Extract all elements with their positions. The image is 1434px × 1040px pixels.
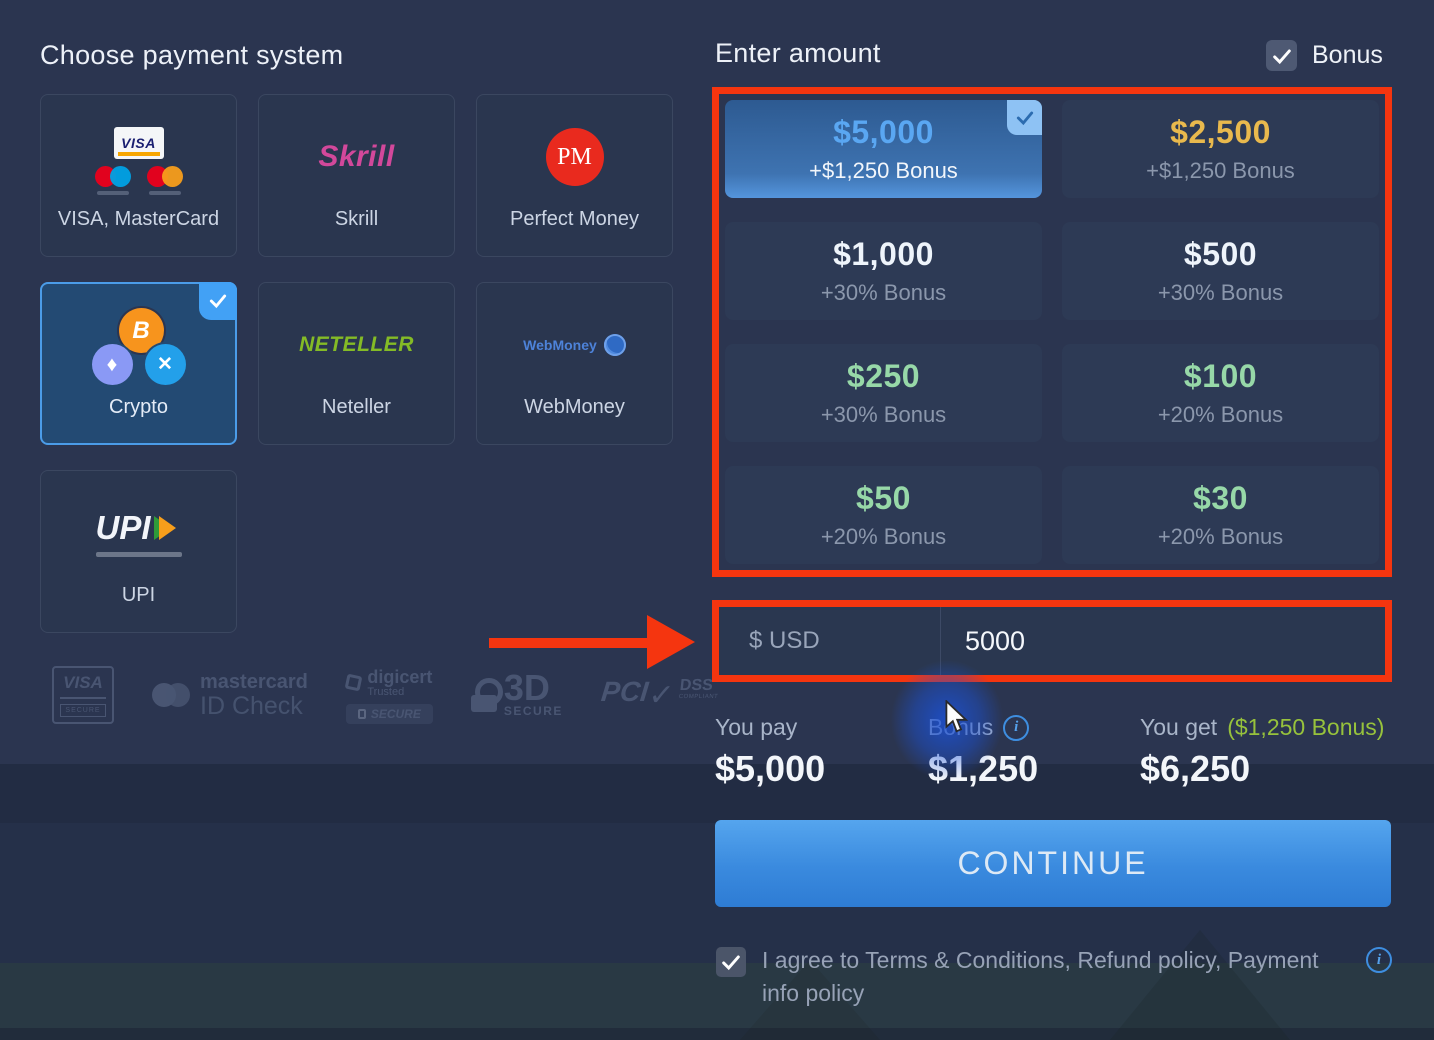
you-pay-value: $5,000 bbox=[715, 748, 825, 790]
amount-value: $30 bbox=[1193, 480, 1248, 517]
bonus-toggle[interactable]: Bonus bbox=[1266, 40, 1383, 71]
upi-logo-icon: UPI bbox=[96, 496, 182, 570]
crypto-coins-icon: B ♦ ✕ bbox=[90, 308, 188, 382]
bonus-checkbox[interactable] bbox=[1266, 40, 1297, 71]
amount-bonus: +30% Bonus bbox=[821, 402, 946, 428]
amount-input-annotated-box: $ USD bbox=[712, 600, 1392, 682]
amount-bonus: +20% Bonus bbox=[821, 524, 946, 550]
amount-option-250[interactable]: $250 +30% Bonus bbox=[725, 344, 1042, 442]
amount-bonus: +20% Bonus bbox=[1158, 524, 1283, 550]
amount-value: $250 bbox=[847, 358, 920, 395]
annotation-arrow-head bbox=[647, 615, 695, 669]
amount-value: $5,000 bbox=[833, 114, 934, 151]
continue-button[interactable]: CONTINUE bbox=[715, 820, 1391, 907]
padlock-icon bbox=[471, 678, 497, 712]
check-icon: ✓ bbox=[647, 678, 676, 713]
amount-options-annotated-box: $5,000 +$1,250 Bonus $2,500 +$1,250 Bonu… bbox=[712, 87, 1392, 577]
selected-check-icon bbox=[199, 282, 237, 320]
payment-methods-grid: VISA VISA, MasterCard Skrill Skrill PM P… bbox=[40, 94, 673, 633]
terms-agree-text[interactable]: I agree to Terms & Conditions, Refund po… bbox=[762, 944, 1320, 1010]
skrill-logo-icon: Skrill bbox=[318, 120, 394, 194]
amount-option-30[interactable]: $30 +20% Bonus bbox=[1062, 466, 1379, 564]
maestro-icon bbox=[95, 166, 131, 187]
upi-arrow-orange-icon bbox=[159, 516, 176, 540]
selected-check-icon bbox=[1007, 100, 1042, 135]
choose-payment-title: Choose payment system bbox=[40, 40, 343, 71]
digicert-icon bbox=[345, 673, 363, 691]
payment-method-label: VISA, MasterCard bbox=[58, 208, 219, 231]
amount-value: $2,500 bbox=[1170, 114, 1271, 151]
payment-method-upi[interactable]: UPI UPI bbox=[40, 470, 237, 633]
terms-checkbox[interactable] bbox=[716, 947, 746, 977]
neteller-logo-icon: NETELLER bbox=[299, 308, 414, 382]
mastercard-id-check-badge: mastercard ID Check bbox=[152, 671, 308, 719]
terms-agree-row: I agree to Terms & Conditions, Refund po… bbox=[716, 944, 1392, 1010]
ethereum-icon: ♦ bbox=[92, 344, 133, 385]
amount-option-5000[interactable]: $5,000 +$1,250 Bonus bbox=[725, 100, 1042, 198]
perfect-money-logo-icon: PM bbox=[546, 120, 604, 194]
currency-label: $ USD bbox=[719, 607, 941, 675]
amount-options-grid: $5,000 +$1,250 Bonus $2,500 +$1,250 Bonu… bbox=[725, 100, 1379, 564]
you-get-value: $6,250 bbox=[1140, 748, 1384, 790]
you-get-bonus-note: ($1,250 Bonus) bbox=[1227, 714, 1384, 741]
terms-info-icon[interactable]: i bbox=[1366, 947, 1392, 973]
payment-method-label: WebMoney bbox=[524, 396, 625, 419]
amount-option-1000[interactable]: $1,000 +30% Bonus bbox=[725, 222, 1042, 320]
amount-option-500[interactable]: $500 +30% Bonus bbox=[1062, 222, 1379, 320]
you-get-summary: You get ($1,250 Bonus) $6,250 bbox=[1140, 714, 1384, 790]
3d-secure-badge: 3D SECURE bbox=[471, 672, 563, 718]
payment-method-neteller[interactable]: NETELLER Neteller bbox=[258, 282, 455, 445]
you-pay-label: You pay bbox=[715, 714, 825, 741]
upi-wordmark-bar bbox=[96, 552, 182, 557]
amount-option-100[interactable]: $100 +20% Bonus bbox=[1062, 344, 1379, 442]
amount-value: $50 bbox=[856, 480, 911, 517]
lock-icon bbox=[358, 709, 366, 719]
digicert-badge: digicert Trusted SECURE bbox=[346, 667, 433, 724]
pci-dss-badge: PCI ✓ DSS COMPLIANT bbox=[599, 678, 720, 713]
bonus-label: Bonus bbox=[928, 714, 993, 741]
payment-method-label: Perfect Money bbox=[510, 208, 639, 231]
visa-mastercard-icon: VISA bbox=[95, 120, 183, 194]
amount-bonus: +20% Bonus bbox=[1158, 402, 1283, 428]
amount-value: $100 bbox=[1184, 358, 1257, 395]
ripple-icon: ✕ bbox=[145, 344, 186, 385]
amount-bonus: +$1,250 Bonus bbox=[1146, 158, 1295, 184]
payment-method-label: Neteller bbox=[322, 396, 391, 419]
payment-method-webmoney[interactable]: WebMoney WebMoney bbox=[476, 282, 673, 445]
payment-method-perfect-money[interactable]: PM Perfect Money bbox=[476, 94, 673, 257]
payment-method-label: UPI bbox=[122, 584, 155, 607]
enter-amount-title: Enter amount bbox=[715, 38, 881, 69]
amount-option-2500[interactable]: $2,500 +$1,250 Bonus bbox=[1062, 100, 1379, 198]
trust-badges-row: VISA SECURE mastercard ID Check digicert… bbox=[52, 666, 718, 724]
mastercard-icon bbox=[147, 166, 183, 187]
payment-method-crypto[interactable]: B ♦ ✕ Crypto bbox=[40, 282, 237, 445]
visa-secure-badge: VISA SECURE bbox=[52, 666, 114, 724]
bonus-summary: Bonus i $1,250 bbox=[928, 714, 1038, 790]
payment-method-skrill[interactable]: Skrill Skrill bbox=[258, 94, 455, 257]
amount-value: $1,000 bbox=[833, 236, 934, 273]
amount-bonus: +30% Bonus bbox=[1158, 280, 1283, 306]
bonus-toggle-label: Bonus bbox=[1312, 41, 1383, 70]
mastercard-circles-icon bbox=[152, 683, 190, 707]
globe-icon bbox=[604, 334, 626, 356]
annotation-arrow-shaft bbox=[489, 638, 647, 648]
bonus-info-icon[interactable]: i bbox=[1003, 715, 1029, 741]
amount-bonus: +30% Bonus bbox=[821, 280, 946, 306]
amount-bonus: +$1,250 Bonus bbox=[809, 158, 958, 184]
payment-method-visa-mastercard[interactable]: VISA VISA, MasterCard bbox=[40, 94, 237, 257]
payment-method-label: Skrill bbox=[335, 208, 378, 231]
you-get-label: You get bbox=[1140, 714, 1217, 741]
payment-method-label: Crypto bbox=[109, 396, 168, 419]
webmoney-logo-icon: WebMoney bbox=[523, 308, 626, 382]
bonus-value: $1,250 bbox=[928, 748, 1038, 790]
amount-input[interactable] bbox=[941, 607, 1385, 675]
you-pay-summary: You pay $5,000 bbox=[715, 714, 825, 790]
amount-value: $500 bbox=[1184, 236, 1257, 273]
amount-option-50[interactable]: $50 +20% Bonus bbox=[725, 466, 1042, 564]
